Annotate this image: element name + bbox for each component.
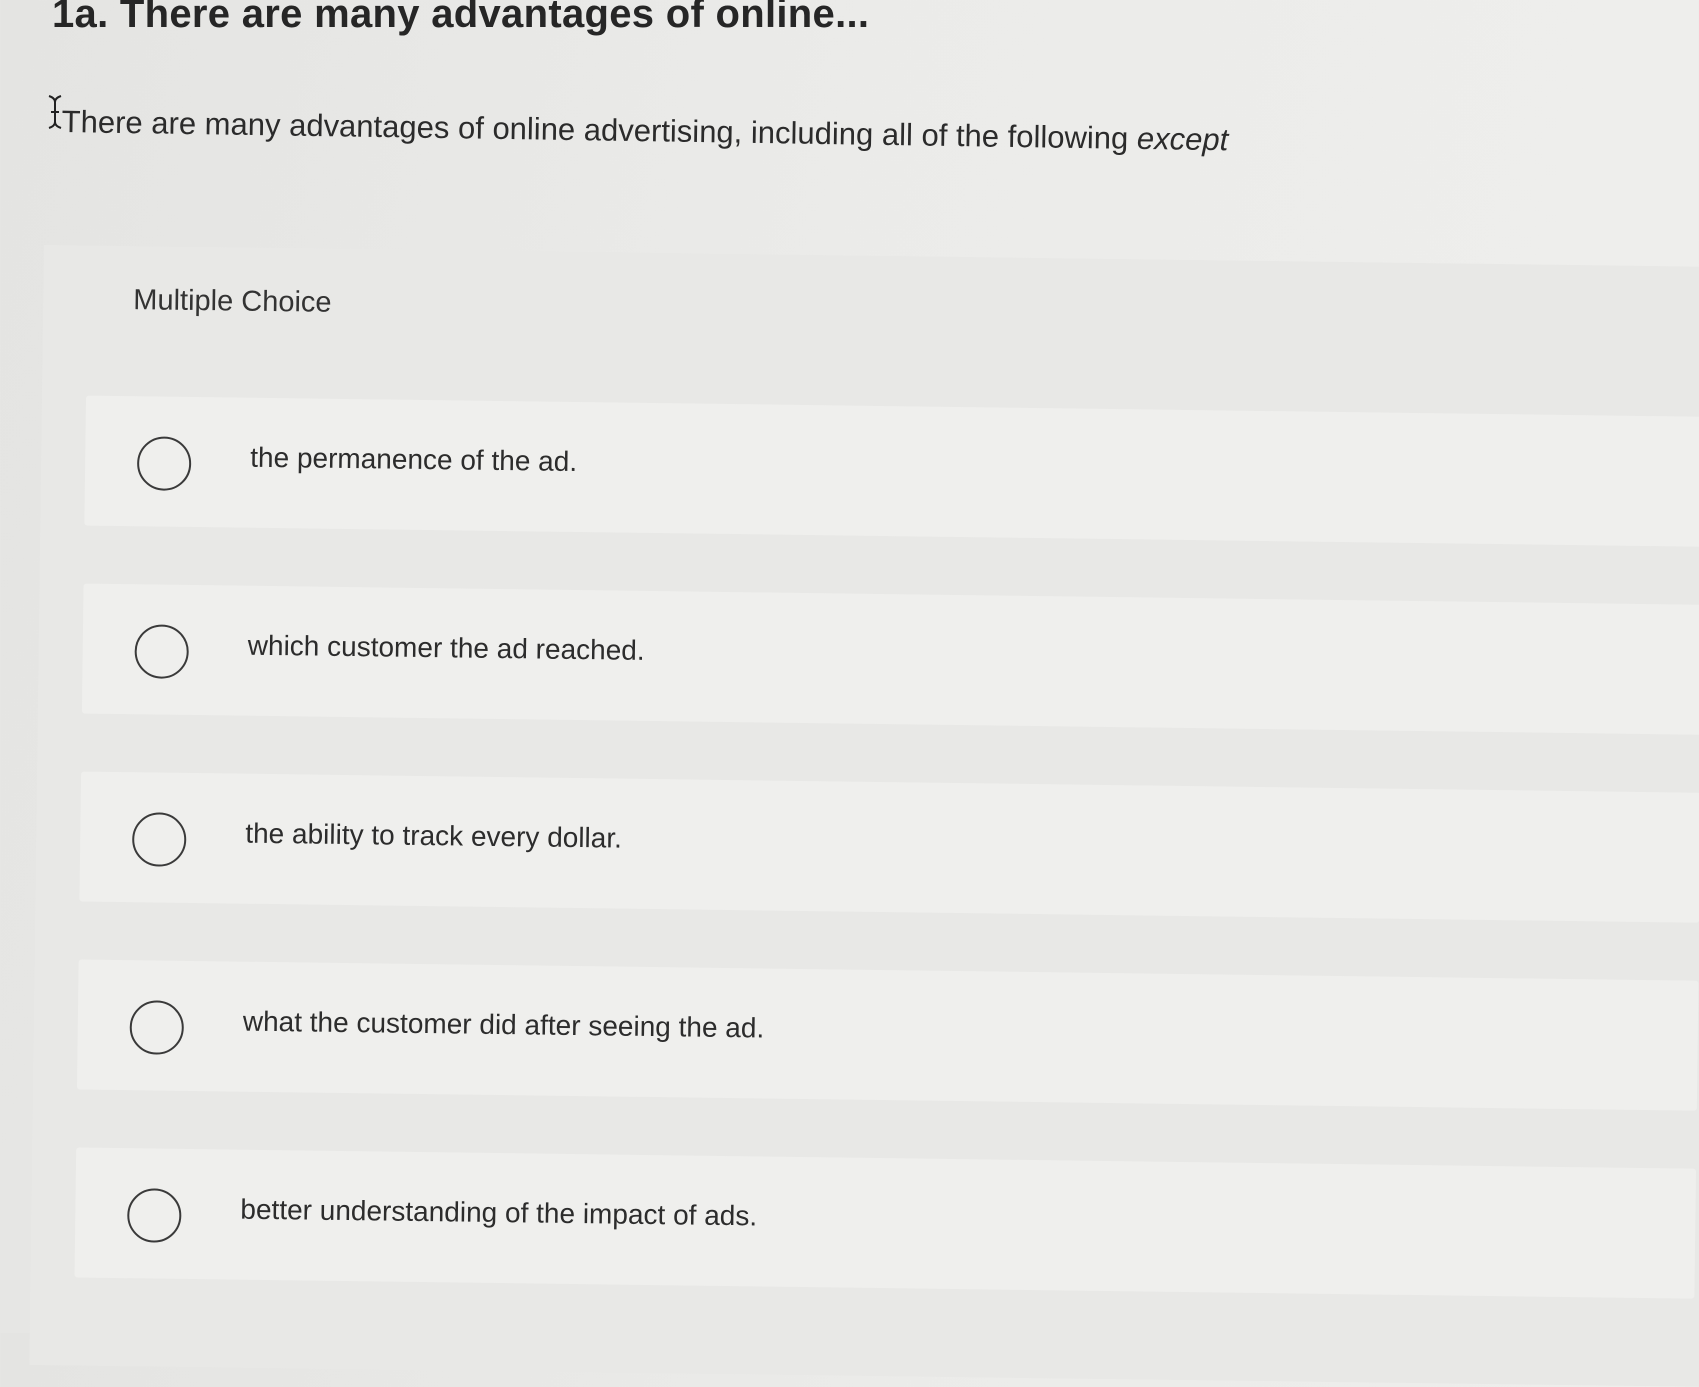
multiple-choice-panel: Multiple Choice the permanence of the ad… xyxy=(29,245,1699,1387)
radio-button-icon[interactable] xyxy=(136,436,192,491)
choice-label: what the customer did after seeing the a… xyxy=(242,1005,765,1044)
radio-button-icon[interactable] xyxy=(131,812,187,867)
choice-label: better understanding of the impact of ad… xyxy=(240,1193,758,1232)
question-prompt-text: There are many advantages of online adve… xyxy=(61,104,1129,156)
choice-option-2[interactable]: which customer the ad reached. xyxy=(81,583,1699,735)
question-prompt-emphasis: except xyxy=(1136,120,1229,158)
radio-button-icon[interactable] xyxy=(129,1000,185,1055)
choice-option-5[interactable]: better understanding of the impact of ad… xyxy=(74,1147,1697,1299)
radio-button-icon[interactable] xyxy=(134,624,190,679)
radio-button-icon[interactable] xyxy=(126,1188,182,1243)
choice-label: the permanence of the ad. xyxy=(250,441,578,477)
choice-label: which customer the ad reached. xyxy=(247,629,645,666)
choice-option-3[interactable]: the ability to track every dollar. xyxy=(79,771,1699,923)
question-title: 1a. There are many advantages of online.… xyxy=(52,0,870,36)
multiple-choice-header: Multiple Choice xyxy=(133,284,332,319)
text-cursor-icon xyxy=(48,95,62,129)
choice-label: the ability to track every dollar. xyxy=(245,817,623,854)
choice-option-1[interactable]: the permanence of the ad. xyxy=(84,395,1699,547)
choice-option-4[interactable]: what the customer did after seeing the a… xyxy=(76,959,1699,1111)
question-prompt: There are many advantages of online adve… xyxy=(61,104,1228,158)
